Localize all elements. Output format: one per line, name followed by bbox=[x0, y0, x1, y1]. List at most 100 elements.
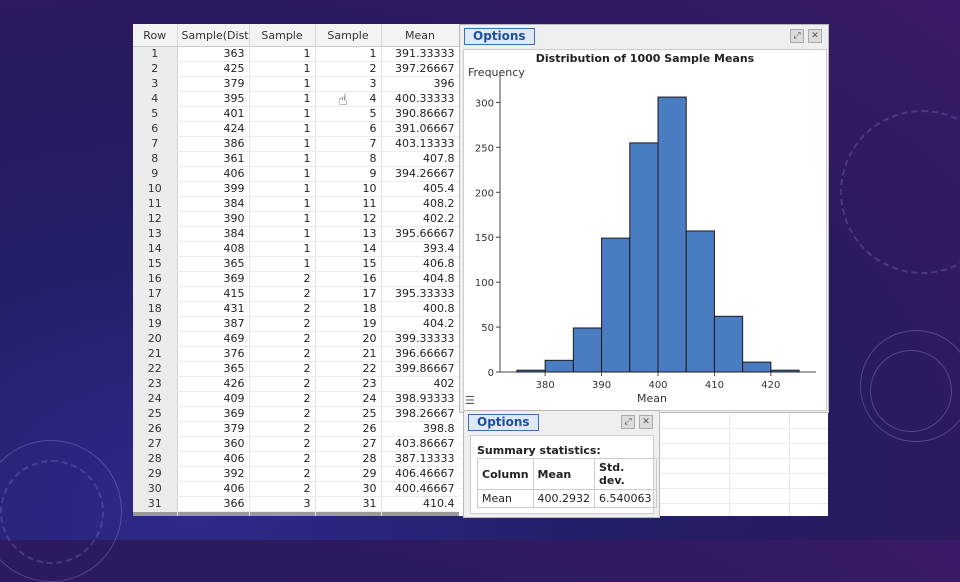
row-number-cell[interactable]: 1 bbox=[133, 46, 178, 62]
table-cell[interactable]: 13 bbox=[315, 226, 382, 242]
table-cell[interactable]: 406 bbox=[177, 481, 250, 497]
row-number-cell[interactable]: 16 bbox=[133, 271, 178, 287]
table-cell[interactable]: 30 bbox=[315, 481, 382, 497]
table-cell[interactable]: 2 bbox=[249, 436, 316, 452]
table-cell[interactable]: 361 bbox=[177, 151, 250, 167]
table-cell[interactable]: 2 bbox=[249, 451, 316, 467]
table-cell[interactable]: 2 bbox=[249, 391, 316, 407]
table-cell[interactable]: 1 bbox=[249, 61, 316, 77]
table-row[interactable]: 26 379 2 26 398.8 bbox=[133, 421, 459, 437]
close-icon[interactable]: ✕ bbox=[808, 29, 822, 43]
table-cell[interactable]: 398.93333 bbox=[381, 391, 459, 407]
table-cell[interactable]: 397.26667 bbox=[381, 61, 459, 77]
table-cell[interactable]: 20 bbox=[315, 331, 382, 347]
table-row[interactable]: 14 408 1 14 393.4 bbox=[133, 241, 459, 257]
maximize-icon[interactable]: ⤢ bbox=[790, 29, 804, 43]
table-cell[interactable]: 23 bbox=[315, 376, 382, 392]
table-cell[interactable]: 1 bbox=[249, 151, 316, 167]
table-cell[interactable]: 406 bbox=[177, 166, 250, 182]
table-cell[interactable]: 366 bbox=[177, 496, 250, 512]
table-cell[interactable]: 395 bbox=[177, 91, 250, 107]
table-cell[interactable]: 21 bbox=[315, 346, 382, 362]
table-cell[interactable]: 2 bbox=[249, 421, 316, 437]
table-cell[interactable]: 360 bbox=[177, 436, 250, 452]
row-number-cell[interactable]: 8 bbox=[133, 151, 178, 167]
table-cell[interactable]: 408 bbox=[177, 241, 250, 257]
table-cell[interactable]: 392 bbox=[177, 466, 250, 482]
table-cell[interactable]: 384 bbox=[177, 226, 250, 242]
table-cell[interactable]: 2 bbox=[249, 301, 316, 317]
row-number-cell[interactable]: 11 bbox=[133, 196, 178, 212]
table-row[interactable]: 4 395 1 4 400.33333 bbox=[133, 91, 459, 107]
table-cell[interactable]: 403.13333 bbox=[381, 136, 459, 152]
histogram-options-button[interactable]: Options bbox=[464, 28, 535, 45]
table-row[interactable]: 1 363 1 1 391.33333 bbox=[133, 46, 459, 62]
table-cell[interactable] bbox=[249, 511, 316, 516]
table-cell[interactable]: 369 bbox=[177, 271, 250, 287]
table-cell[interactable]: 407.8 bbox=[381, 151, 459, 167]
table-row[interactable]: 2 425 1 2 397.26667 bbox=[133, 61, 459, 77]
column-header[interactable]: Row bbox=[133, 24, 178, 47]
row-number-cell[interactable]: 2 bbox=[133, 61, 178, 77]
row-number-cell[interactable]: 18 bbox=[133, 301, 178, 317]
table-cell[interactable]: 399.86667 bbox=[381, 361, 459, 377]
table-row[interactable]: 24 409 2 24 398.93333 bbox=[133, 391, 459, 407]
row-number-cell[interactable]: 3 bbox=[133, 76, 178, 92]
table-cell[interactable]: 29 bbox=[315, 466, 382, 482]
table-cell[interactable]: 406.8 bbox=[381, 256, 459, 272]
row-number-cell[interactable]: 29 bbox=[133, 466, 178, 482]
row-number-cell[interactable]: 31 bbox=[133, 496, 178, 512]
row-number-cell[interactable]: 22 bbox=[133, 361, 178, 377]
table-cell[interactable]: 12 bbox=[315, 211, 382, 227]
table-cell[interactable]: 363 bbox=[177, 46, 250, 62]
table-cell[interactable]: 386 bbox=[177, 136, 250, 152]
table-row[interactable]: 20 469 2 20 399.33333 bbox=[133, 331, 459, 347]
table-row[interactable]: 7 386 1 7 403.13333 bbox=[133, 136, 459, 152]
table-row[interactable]: 25 369 2 25 398.26667 bbox=[133, 406, 459, 422]
table-cell[interactable]: 404.2 bbox=[381, 316, 459, 332]
table-row[interactable]: 13 384 1 13 395.66667 bbox=[133, 226, 459, 242]
table-cell[interactable]: 1 bbox=[249, 196, 316, 212]
data-spreadsheet[interactable]: Row Sample(Dist Sample Sample Mean 1 363 1 1 391… bbox=[133, 24, 459, 516]
table-row[interactable]: 30 406 2 30 400.46667 bbox=[133, 481, 459, 497]
table-cell[interactable]: 18 bbox=[315, 301, 382, 317]
table-row[interactable]: 28 406 2 28 387.13333 bbox=[133, 451, 459, 467]
table-cell[interactable]: 3 bbox=[249, 496, 316, 512]
table-cell[interactable]: 401 bbox=[177, 106, 250, 122]
table-cell[interactable]: 365 bbox=[177, 256, 250, 272]
table-cell[interactable]: 27 bbox=[315, 436, 382, 452]
row-number-cell[interactable]: 24 bbox=[133, 391, 178, 407]
table-cell[interactable]: 402.2 bbox=[381, 211, 459, 227]
table-cell[interactable]: 1 bbox=[249, 256, 316, 272]
table-cell[interactable]: 379 bbox=[177, 421, 250, 437]
table-row[interactable]: 6 424 1 6 391.06667 bbox=[133, 121, 459, 137]
row-number-cell[interactable]: 13 bbox=[133, 226, 178, 242]
table-cell[interactable]: 391.06667 bbox=[381, 121, 459, 137]
table-cell[interactable]: 2 bbox=[249, 376, 316, 392]
table-cell[interactable]: 391.33333 bbox=[381, 46, 459, 62]
table-cell[interactable]: 400.33333 bbox=[381, 91, 459, 107]
table-cell[interactable]: 6 bbox=[315, 121, 382, 137]
row-number-cell[interactable]: 21 bbox=[133, 346, 178, 362]
row-number-cell[interactable]: 23 bbox=[133, 376, 178, 392]
maximize-icon[interactable]: ⤢ bbox=[621, 415, 635, 429]
table-cell[interactable]: 22 bbox=[315, 361, 382, 377]
table-cell[interactable]: 424 bbox=[177, 121, 250, 137]
table-cell[interactable]: 408.2 bbox=[381, 196, 459, 212]
row-number-cell[interactable]: 27 bbox=[133, 436, 178, 452]
row-number-cell[interactable]: 5 bbox=[133, 106, 178, 122]
table-row[interactable]: 12 390 1 12 402.2 bbox=[133, 211, 459, 227]
row-number-cell[interactable]: 30 bbox=[133, 481, 178, 497]
row-number-cell[interactable]: 26 bbox=[133, 421, 178, 437]
table-cell[interactable]: 9 bbox=[315, 166, 382, 182]
table-cell[interactable]: 376 bbox=[177, 346, 250, 362]
table-cell[interactable]: 1 bbox=[315, 46, 382, 62]
table-cell[interactable]: 404.8 bbox=[381, 271, 459, 287]
table-row[interactable]: 16 369 2 16 404.8 bbox=[133, 271, 459, 287]
table-cell[interactable]: 369 bbox=[177, 406, 250, 422]
table-cell[interactable] bbox=[315, 511, 382, 516]
table-cell[interactable]: 1 bbox=[249, 136, 316, 152]
table-cell[interactable]: 2 bbox=[249, 316, 316, 332]
table-cell[interactable]: 398.8 bbox=[381, 421, 459, 437]
table-cell[interactable]: 2 bbox=[249, 331, 316, 347]
